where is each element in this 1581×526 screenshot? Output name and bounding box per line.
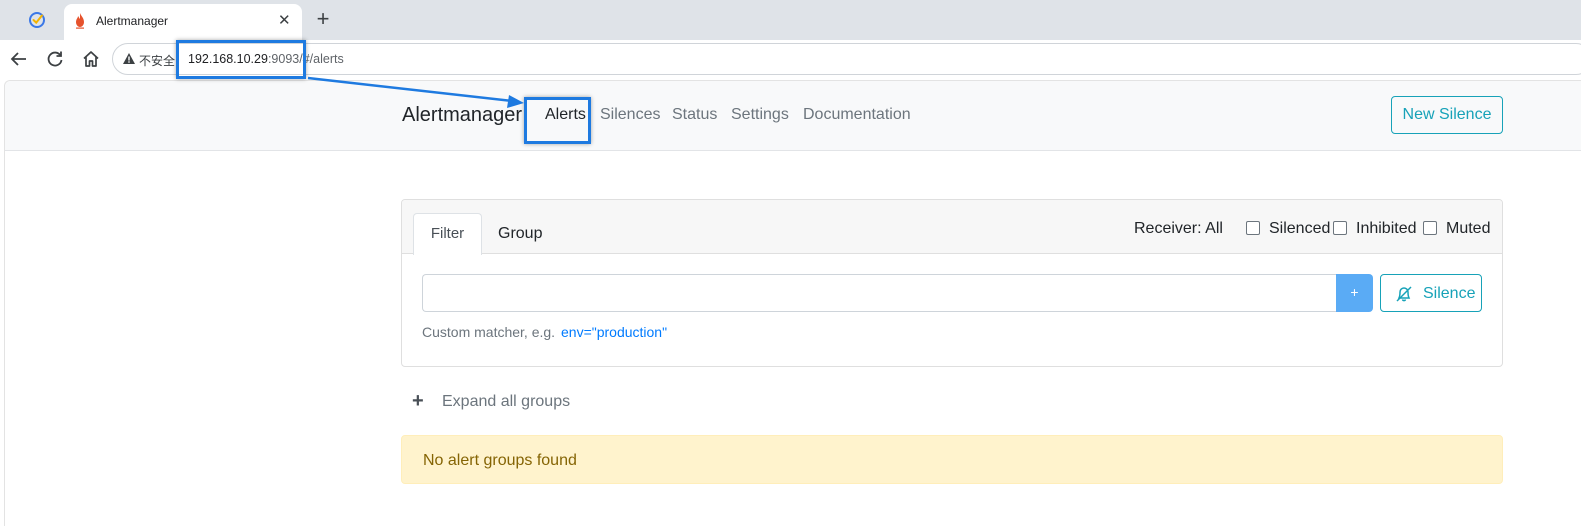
silence-button-label: Silence: [1423, 285, 1476, 302]
home-icon[interactable]: [81, 49, 101, 69]
not-secure-label[interactable]: 不安全: [139, 52, 175, 69]
nav-status[interactable]: Status: [672, 106, 717, 124]
add-matcher-button[interactable]: +: [1336, 274, 1373, 312]
plus-icon: +: [412, 390, 424, 412]
new-tab-button[interactable]: +: [312, 8, 334, 30]
silenced-label[interactable]: Silenced: [1269, 220, 1330, 238]
alerts-highlight-box: [524, 97, 591, 144]
warning-triangle-icon: [123, 53, 135, 64]
nav-settings[interactable]: Settings: [731, 106, 789, 124]
no-alerts-message: No alert groups found: [401, 435, 1503, 484]
reload-icon[interactable]: [45, 49, 65, 69]
tab-title: Alertmanager: [96, 14, 169, 28]
back-arrow-icon[interactable]: [9, 49, 29, 69]
nav-documentation[interactable]: Documentation: [803, 106, 911, 124]
inhibited-label[interactable]: Inhibited: [1356, 220, 1417, 238]
muted-checkbox[interactable]: [1423, 221, 1437, 235]
silence-button[interactable]: Silence: [1380, 274, 1482, 312]
receiver-dropdown[interactable]: Receiver: All: [1134, 220, 1223, 238]
top-navbar: [5, 81, 1581, 151]
silenced-checkbox[interactable]: [1246, 221, 1260, 235]
active-tab[interactable]: Alertmanager ✕: [64, 4, 302, 40]
brand-title[interactable]: Alertmanager: [402, 104, 522, 127]
tab-filter[interactable]: Filter: [413, 213, 482, 255]
new-silence-button[interactable]: New Silence: [1391, 96, 1503, 134]
matcher-input[interactable]: [422, 274, 1336, 312]
inhibited-checkbox[interactable]: [1333, 221, 1347, 235]
pinned-tab[interactable]: [22, 7, 52, 33]
nav-silences[interactable]: Silences: [600, 106, 660, 124]
muted-label[interactable]: Muted: [1446, 220, 1490, 238]
matcher-example-link[interactable]: env="production": [561, 324, 667, 340]
matcher-help-text: Custom matcher, e.g.: [422, 324, 556, 340]
tab-close-icon[interactable]: ✕: [278, 12, 291, 30]
browser-tab-strip: Alertmanager ✕ +: [0, 0, 1581, 40]
circle-check-icon: [29, 12, 45, 28]
alertmanager-flame-icon: [76, 13, 84, 29]
url-highlight-box: [176, 40, 306, 79]
tab-group[interactable]: Group: [498, 225, 542, 243]
no-alerts-text: No alert groups found: [423, 452, 577, 469]
expand-all-groups-label: Expand all groups: [442, 393, 571, 410]
filter-card: Filter Group Receiver: All Silenced Inhi…: [401, 199, 1503, 367]
address-bar[interactable]: 不安全 192.168.10.29:9093/#/alerts: [112, 43, 1581, 75]
bell-slash-icon: [1396, 286, 1412, 302]
